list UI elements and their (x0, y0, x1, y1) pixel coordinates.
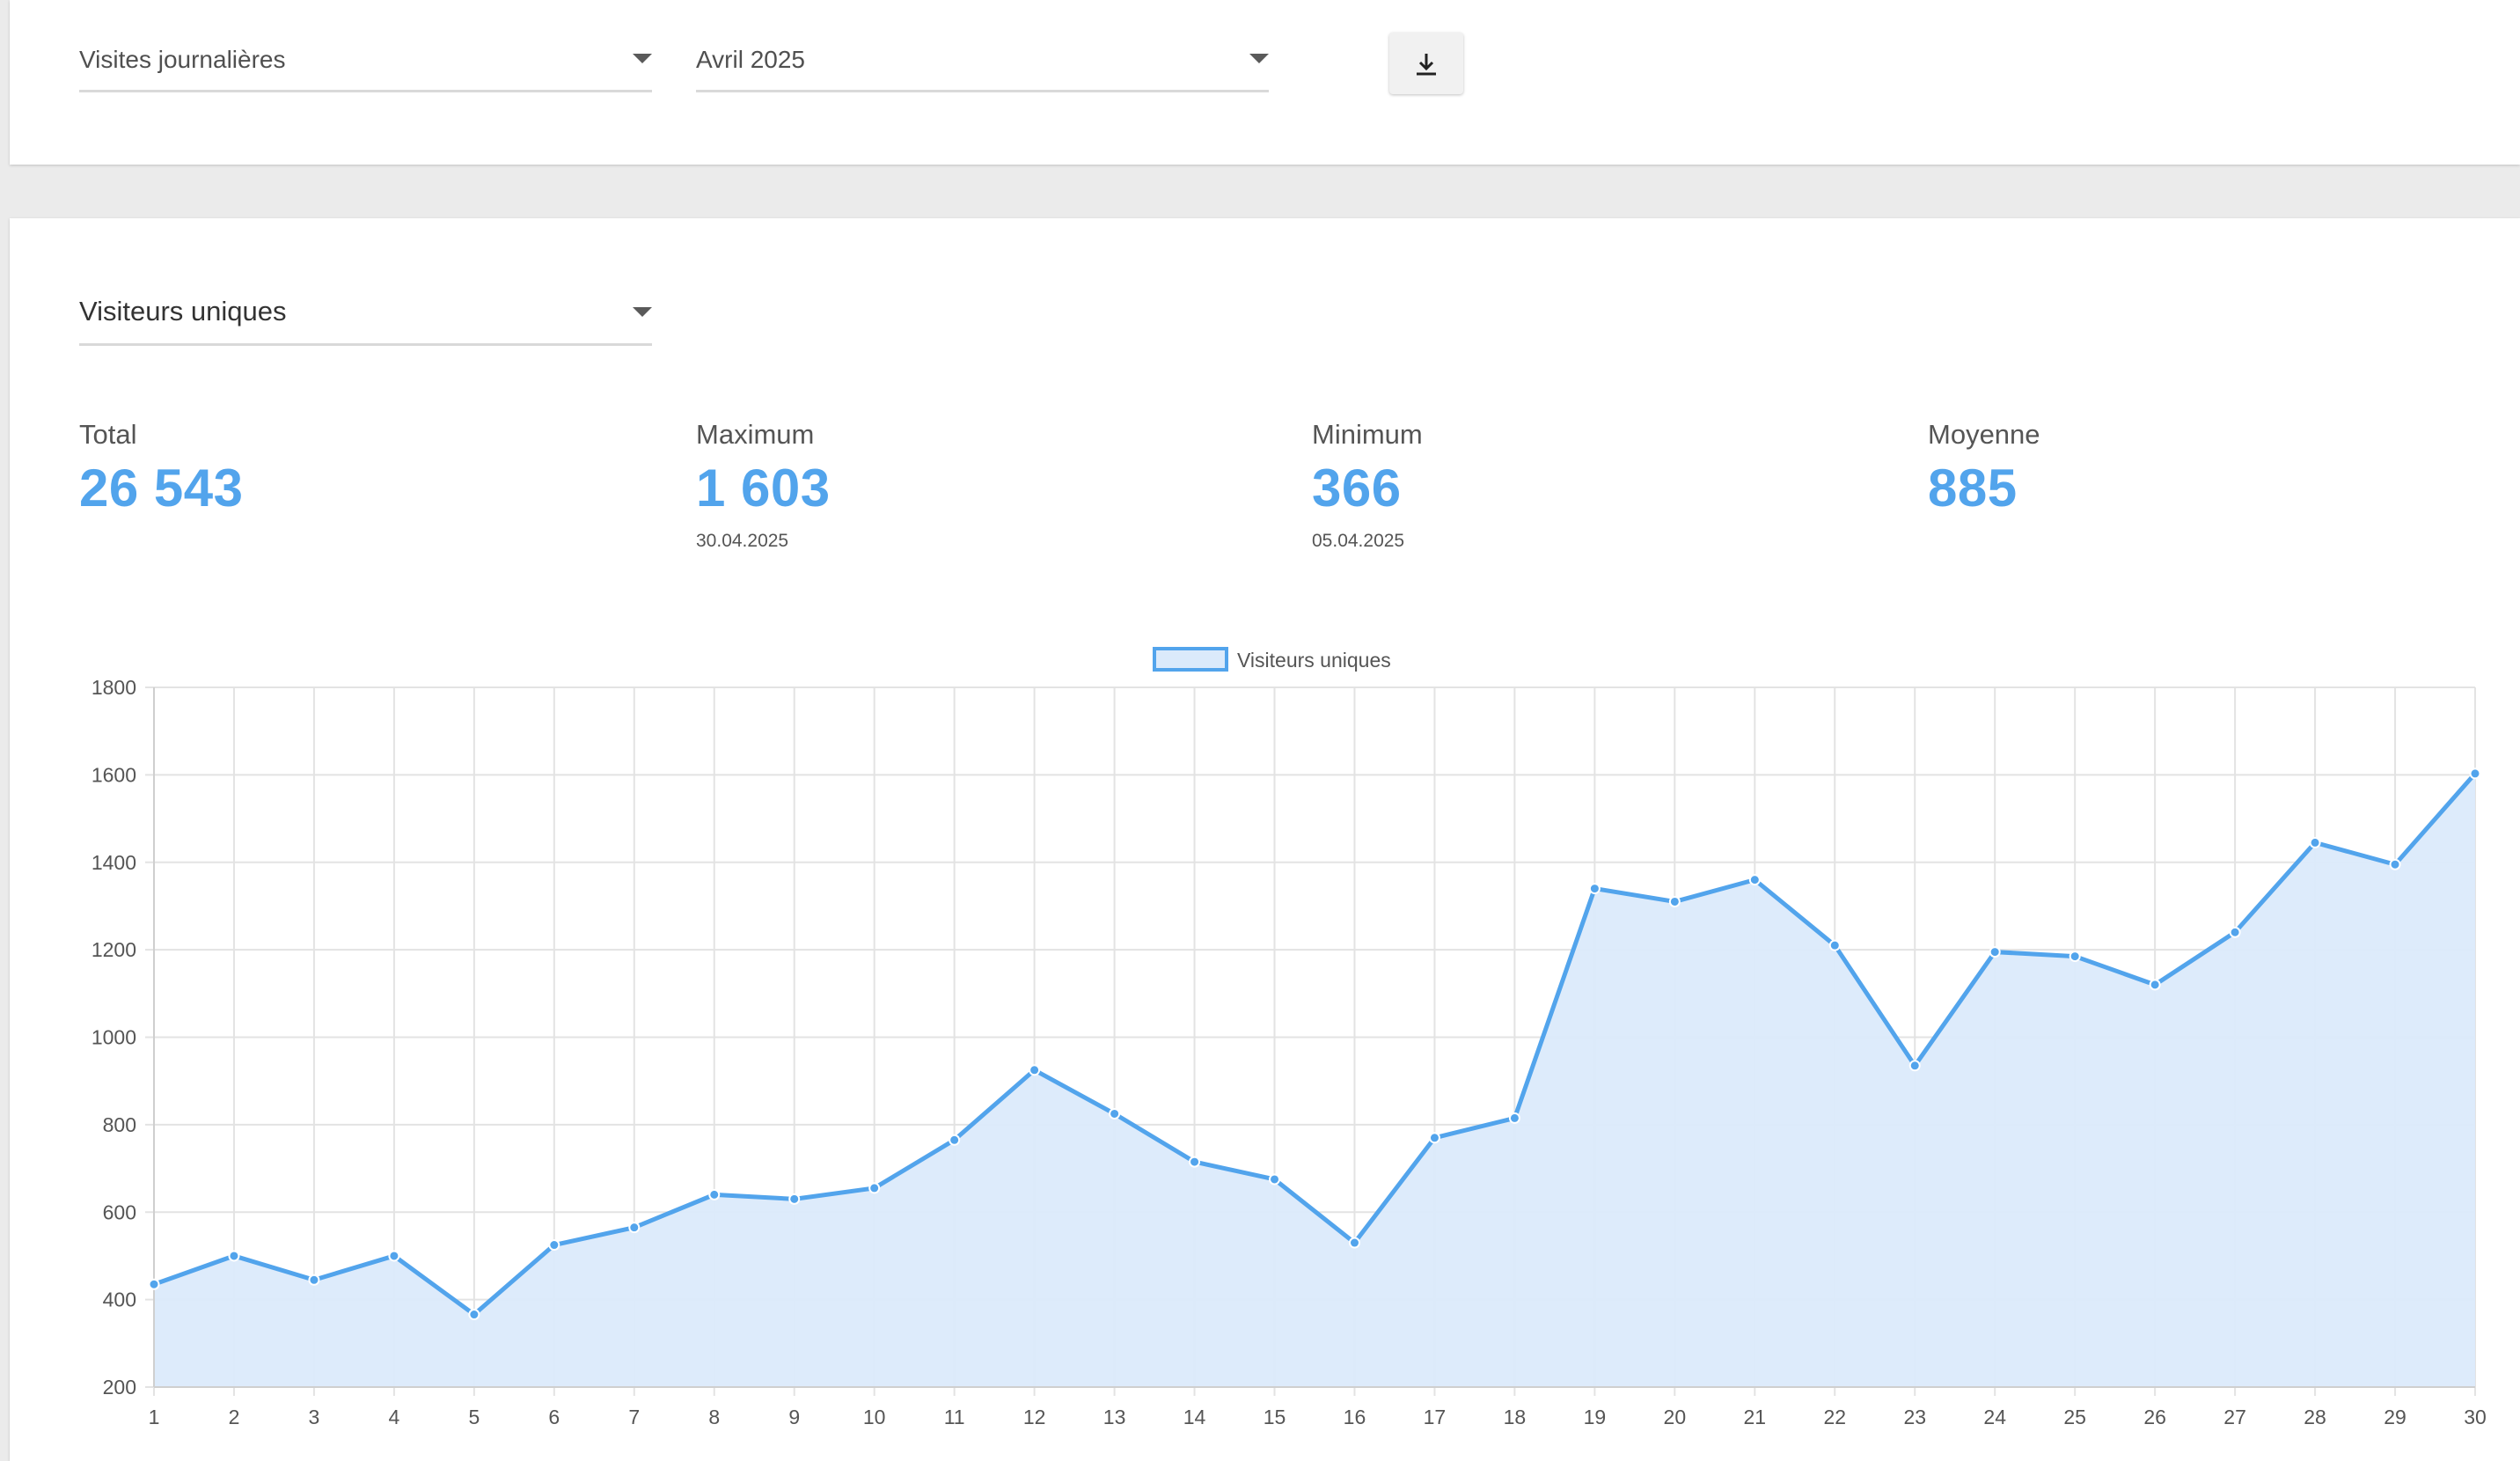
y-tick-label: 1000 (92, 1026, 136, 1049)
data-point[interactable] (148, 1278, 160, 1290)
data-point[interactable] (388, 1250, 400, 1262)
x-tick-label: 19 (1584, 1406, 1607, 1428)
data-point[interactable] (1029, 1064, 1041, 1076)
y-tick-label: 800 (103, 1113, 136, 1136)
data-point[interactable] (788, 1193, 801, 1205)
data-point[interactable] (2309, 836, 2321, 848)
series-area (154, 773, 2475, 1387)
y-tick-label: 1200 (92, 938, 136, 961)
x-tick-label: 6 (548, 1406, 560, 1428)
legend-swatch (1153, 647, 1228, 672)
data-point[interactable] (1428, 1132, 1440, 1144)
data-point[interactable] (628, 1222, 641, 1234)
x-tick-label: 15 (1264, 1406, 1286, 1428)
x-tick-label: 13 (1103, 1406, 1126, 1428)
x-tick-label: 30 (2464, 1406, 2487, 1428)
x-tick-label: 14 (1183, 1406, 1206, 1428)
data-point[interactable] (308, 1274, 320, 1286)
data-point[interactable] (1269, 1173, 1281, 1186)
line-chart: Visiteurs uniques 2004006008001000120014… (92, 647, 2487, 1428)
data-point[interactable] (468, 1309, 480, 1321)
data-point[interactable] (1588, 883, 1601, 895)
data-point[interactable] (1109, 1107, 1121, 1120)
x-tick-label: 1 (149, 1406, 160, 1428)
x-tick-label: 4 (388, 1406, 399, 1428)
x-tick-label: 17 (1424, 1406, 1447, 1428)
x-tick-label: 12 (1023, 1406, 1046, 1428)
data-point[interactable] (1348, 1237, 1360, 1249)
x-tick-label: 3 (309, 1406, 320, 1428)
data-point[interactable] (2149, 979, 2161, 991)
x-tick-label: 24 (1983, 1406, 2006, 1428)
data-point[interactable] (2469, 767, 2481, 780)
x-tick-label: 11 (944, 1406, 965, 1428)
data-point[interactable] (1989, 946, 2001, 958)
x-tick-label: 29 (2384, 1406, 2406, 1428)
x-tick-label: 23 (1903, 1406, 1926, 1428)
x-tick-label: 27 (2223, 1406, 2246, 1428)
x-tick-label: 7 (628, 1406, 640, 1428)
x-tick-label: 2 (229, 1406, 240, 1428)
x-tick-label: 9 (788, 1406, 800, 1428)
y-tick-label: 200 (103, 1376, 136, 1399)
x-tick-label: 8 (708, 1406, 720, 1428)
y-tick-label: 1800 (92, 676, 136, 699)
data-point[interactable] (228, 1250, 240, 1262)
data-point[interactable] (548, 1239, 560, 1252)
x-tick-label: 5 (468, 1406, 480, 1428)
y-tick-label: 400 (103, 1288, 136, 1311)
data-point[interactable] (2229, 926, 2241, 938)
data-point[interactable] (1189, 1156, 1201, 1168)
data-point[interactable] (1828, 939, 1841, 951)
data-point[interactable] (708, 1188, 721, 1200)
data-point[interactable] (2069, 951, 2081, 963)
data-point[interactable] (1508, 1112, 1520, 1124)
x-tick-label: 28 (2304, 1406, 2326, 1428)
data-point[interactable] (1668, 895, 1681, 907)
x-tick-label: 25 (2063, 1406, 2086, 1428)
x-tick-label: 18 (1504, 1406, 1527, 1428)
chart-legend[interactable]: Visiteurs uniques (1153, 647, 1391, 672)
x-tick-label: 20 (1664, 1406, 1687, 1428)
data-point[interactable] (868, 1182, 881, 1194)
x-tick-label: 26 (2143, 1406, 2166, 1428)
x-tick-label: 10 (863, 1406, 886, 1428)
data-point[interactable] (2389, 858, 2401, 870)
x-tick-label: 21 (1744, 1406, 1767, 1428)
y-tick-label: 1600 (92, 763, 136, 786)
legend-label: Visiteurs uniques (1237, 649, 1391, 672)
data-point[interactable] (949, 1134, 961, 1146)
x-tick-label: 22 (1823, 1406, 1846, 1428)
y-tick-label: 600 (103, 1200, 136, 1223)
x-tick-label: 16 (1344, 1406, 1366, 1428)
data-point[interactable] (1748, 874, 1761, 886)
data-point[interactable] (1908, 1060, 1921, 1072)
y-tick-label: 1400 (92, 851, 136, 874)
